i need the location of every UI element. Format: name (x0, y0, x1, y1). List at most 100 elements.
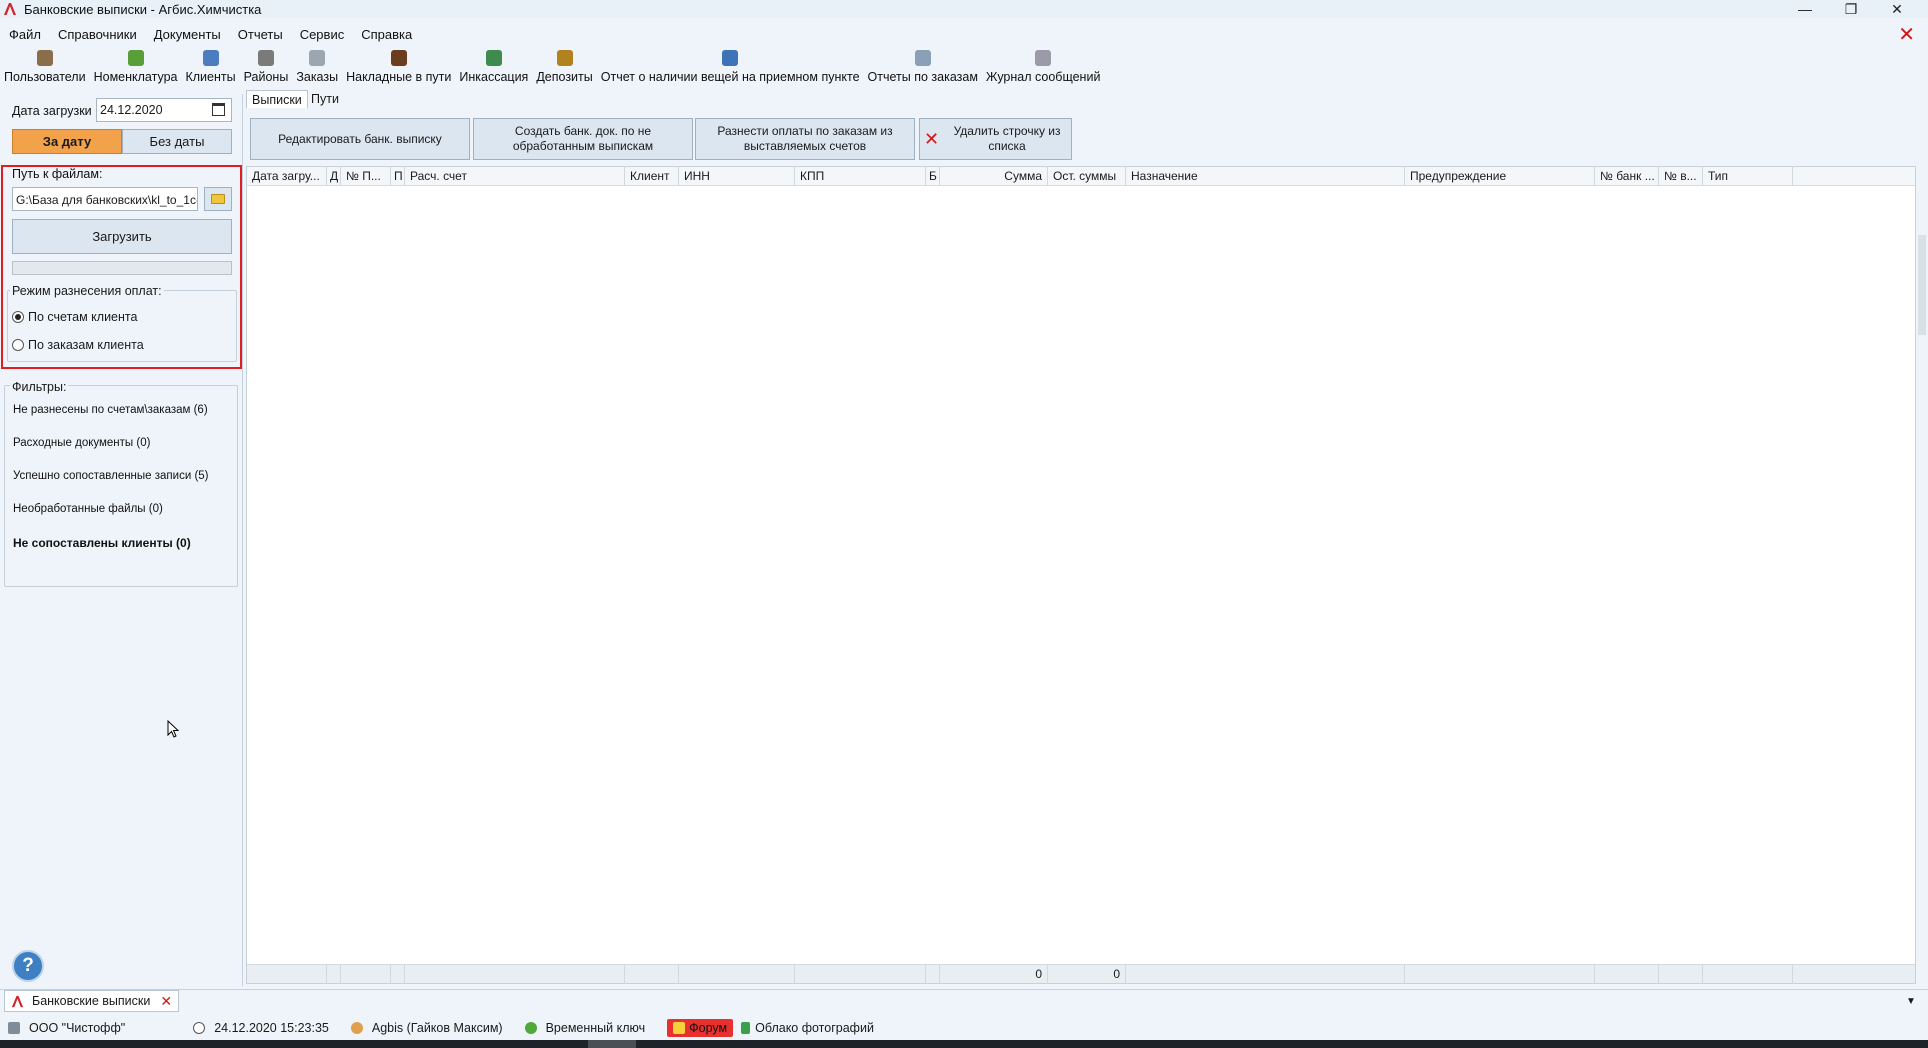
minimize-button[interactable]: — (1782, 0, 1828, 18)
toolbar-label: Пользователи (4, 70, 86, 84)
toolbar-deposits-button[interactable]: Депозиты (532, 50, 596, 86)
create-bank-doc-button[interactable]: Создать банк. док. по не обработанным вы… (473, 118, 693, 160)
no-date-button[interactable]: Без даты (122, 129, 232, 154)
footer-cell (1126, 965, 1405, 984)
menu-references[interactable]: Справочники (49, 26, 145, 44)
filter-expense-docs[interactable]: Расходные документы (0) (13, 437, 150, 449)
toolbar-users-button[interactable]: Пользователи (0, 50, 90, 86)
menu-service[interactable]: Сервис (291, 26, 353, 44)
menu-reports[interactable]: Отчеты (229, 26, 291, 44)
footer-cell (1405, 965, 1595, 984)
toolbar-label: Отчет о наличии вещей на приемном пункте (600, 70, 860, 84)
mouse-cursor-icon (167, 720, 179, 738)
footer-cell (247, 965, 327, 984)
toolbar-collection-button[interactable]: Инкассация (455, 50, 532, 86)
load-button[interactable]: Загрузить (12, 219, 232, 254)
menu-documents[interactable]: Документы (145, 26, 229, 44)
column-header[interactable]: № банк ... (1595, 167, 1659, 186)
company-name: ООО "Чистофф" (29, 1021, 126, 1035)
doc-tab-bank-statements[interactable]: Банковские выписки ✕ (4, 990, 180, 1012)
radio-label: По заказам клиента (28, 338, 144, 352)
districts-icon (257, 50, 274, 66)
forum-link[interactable]: Форум (667, 1019, 734, 1037)
toolbar-nomenclature-button[interactable]: Номенклатура (90, 50, 182, 86)
panel-divider[interactable] (242, 94, 243, 986)
window-title: Банковские выписки - Агбис.Химчистка (24, 2, 262, 17)
doc-tab-close-icon[interactable]: ✕ (160, 993, 172, 1010)
toolbar-waybills-button[interactable]: Накладные в пути (342, 50, 455, 86)
menu-file[interactable]: Файл (0, 26, 49, 44)
toolbar-clients-button[interactable]: Клиенты (181, 50, 239, 86)
column-header[interactable]: П (391, 167, 405, 186)
grid-footer: 0 0 (247, 964, 1915, 984)
filter-not-distributed[interactable]: Не разнесены по счетам\заказам (6) (13, 404, 208, 416)
column-header[interactable]: Расч. счет (405, 167, 625, 186)
column-header[interactable]: Предупреждение (1405, 167, 1595, 186)
status-datetime: 24.12.2020 15:23:35 (193, 1021, 329, 1035)
edit-statement-button[interactable]: Редактировать банк. выписку (250, 118, 470, 160)
tab-paths[interactable]: Пути (306, 90, 344, 108)
footer-cell (1703, 965, 1793, 984)
grid-header: Дата загру... Д № П... П Расч. счет Клие… (247, 167, 1915, 186)
browse-folder-button[interactable] (204, 187, 232, 211)
taskbar-edge (0, 1040, 1928, 1048)
column-header[interactable]: № П... (341, 167, 391, 186)
column-header[interactable]: Д (327, 167, 341, 186)
column-header[interactable]: Дата загру... (247, 167, 327, 186)
payment-mode-legend: Режим разнесения оплат: (10, 284, 164, 298)
status-key[interactable]: Временный ключ (524, 1021, 645, 1035)
cloud-photos-link[interactable]: Облако фотографий (741, 1021, 874, 1035)
menu-help[interactable]: Справка (352, 26, 420, 44)
right-scrollbar-thumb[interactable] (1918, 235, 1926, 335)
toolbar-label: Клиенты (185, 70, 236, 84)
toolbar-label: Номенклатура (93, 70, 178, 84)
filter-unprocessed-files[interactable]: Необработанные файлы (0) (13, 503, 163, 515)
help-button[interactable]: ? (12, 950, 44, 982)
delete-row-button[interactable]: ✕ Удалить строчку из списка (919, 118, 1072, 160)
clients-icon (202, 50, 219, 66)
footer-cell (405, 965, 625, 984)
calendar-icon[interactable] (212, 103, 225, 116)
load-date-input[interactable]: 24.12.2020 (96, 98, 232, 122)
footer-cell (679, 965, 795, 984)
close-window-button[interactable]: ✕ (1874, 0, 1920, 18)
by-date-button[interactable]: За дату (12, 129, 122, 154)
column-header[interactable]: № в... (1659, 167, 1703, 186)
column-header[interactable]: Клиент (625, 167, 679, 186)
column-header[interactable]: КПП (795, 167, 926, 186)
column-header[interactable]: Назначение (1126, 167, 1405, 186)
column-header[interactable]: Ост. суммы (1048, 167, 1126, 186)
distribute-payments-button[interactable]: Разнести оплаты по заказам из выставляем… (695, 118, 915, 160)
path-input[interactable]: G:\База для банковских\kl_to_1c- (12, 187, 198, 211)
toolbar-orders-button[interactable]: Заказы (292, 50, 342, 86)
user-icon (350, 1022, 363, 1034)
footer-cell (625, 965, 679, 984)
close-document-icon[interactable]: ✕ (1898, 25, 1915, 45)
radio-by-orders[interactable]: По заказам клиента (12, 338, 144, 352)
footer-cell (391, 965, 405, 984)
radio-by-invoices[interactable]: По счетам клиента (12, 310, 137, 324)
users-icon (36, 50, 53, 66)
nomenclature-icon (127, 50, 144, 66)
delete-x-icon: ✕ (924, 128, 940, 149)
toolbar-items-report-button[interactable]: Отчет о наличии вещей на приемном пункте (597, 50, 864, 86)
tabs-scroll-down-icon[interactable]: ▼ (1906, 996, 1916, 1007)
filter-unmatched-clients[interactable]: Не сопоставлены клиенты (0) (13, 536, 191, 550)
column-header[interactable]: Б (926, 167, 940, 186)
filter-matched[interactable]: Успешно сопоставленные записи (5) (13, 470, 209, 482)
toolbar-districts-button[interactable]: Районы (240, 50, 293, 86)
deposits-icon (556, 50, 573, 66)
collection-icon (485, 50, 502, 66)
toolbar-order-reports-button[interactable]: Отчеты по заказам (864, 50, 982, 86)
company-icon (8, 1022, 20, 1034)
footer-cell (1659, 965, 1703, 984)
menu-bar: Файл Справочники Документы Отчеты Сервис… (0, 26, 1928, 44)
orders-icon (309, 50, 326, 66)
tab-statements[interactable]: Выписки (246, 90, 308, 108)
column-header[interactable]: ИНН (679, 167, 795, 186)
statements-grid[interactable]: Дата загру... Д № П... П Расч. счет Клие… (246, 166, 1916, 984)
restore-button[interactable]: ❐ (1828, 0, 1874, 18)
toolbar-message-log-button[interactable]: Журнал сообщений (982, 50, 1105, 86)
column-header[interactable]: Сумма (940, 167, 1048, 186)
column-header[interactable]: Тип (1703, 167, 1793, 186)
